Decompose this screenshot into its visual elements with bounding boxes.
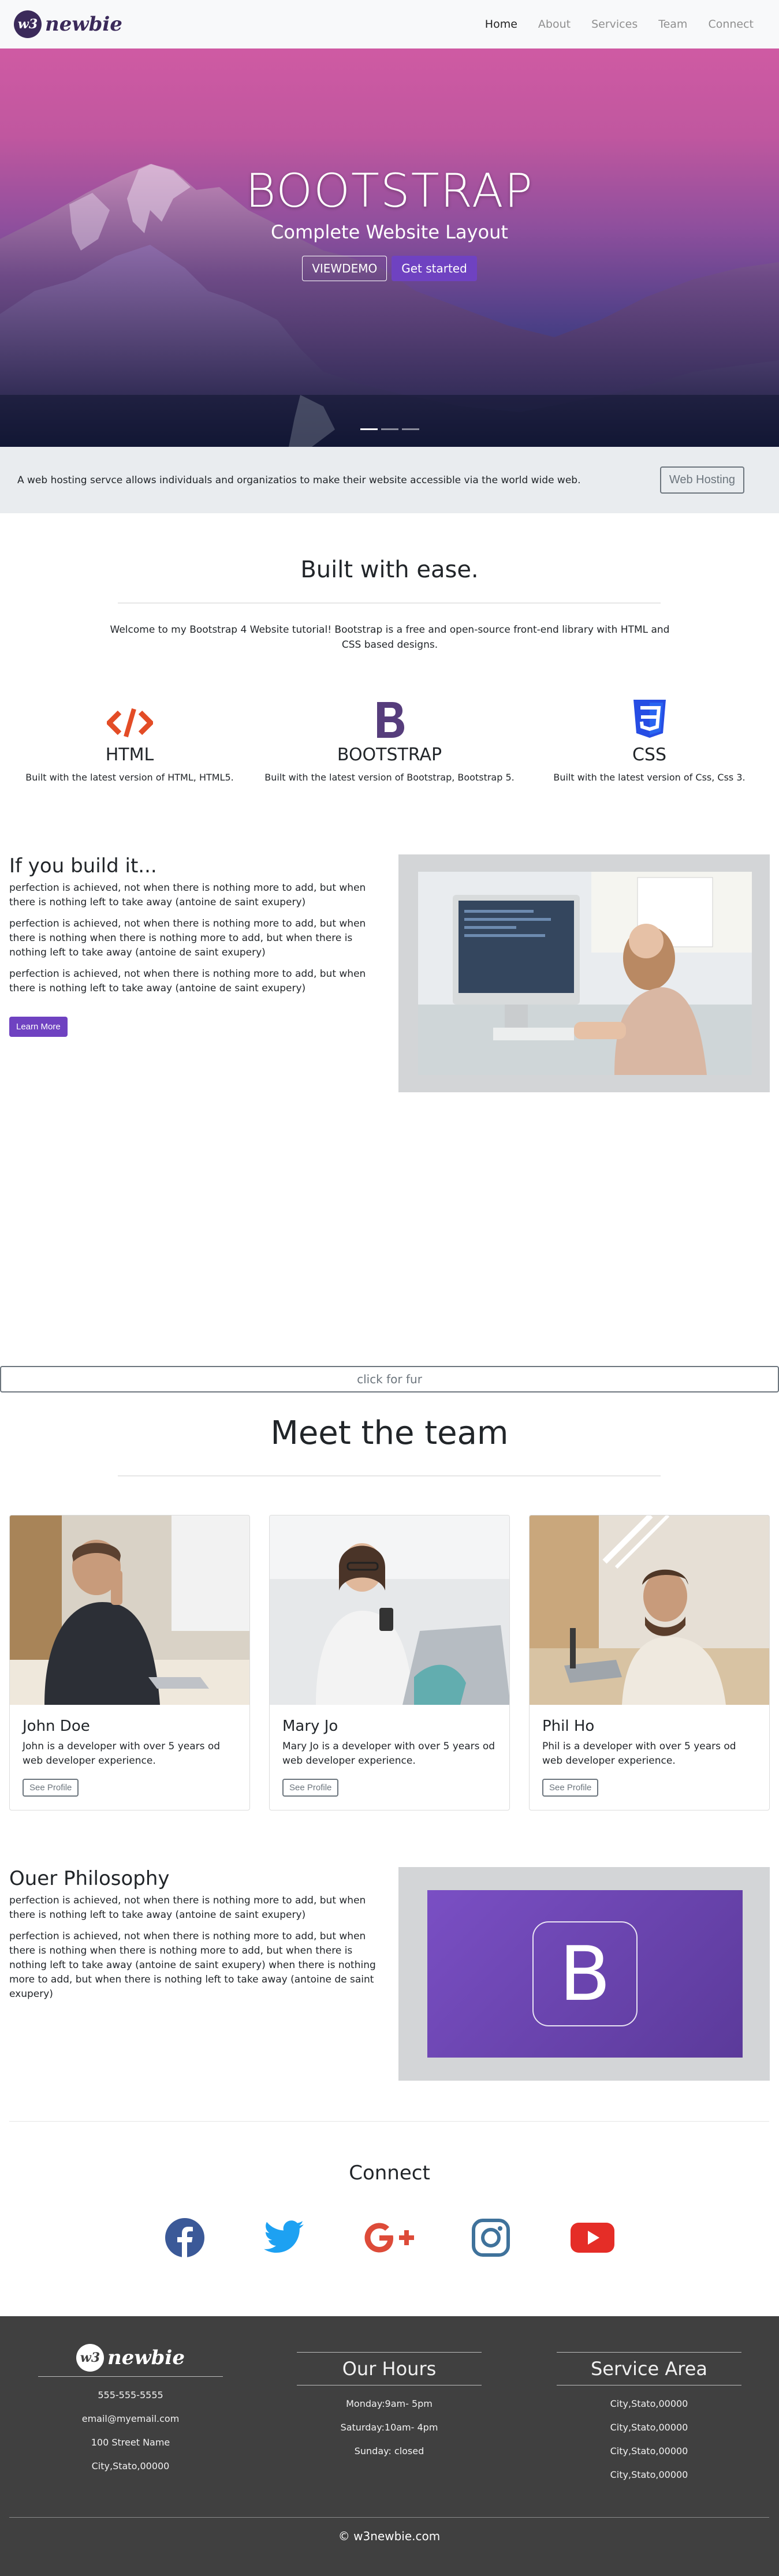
carousel-indicator-3[interactable] bbox=[401, 428, 419, 430]
team-card-phil: Phil Ho Phil is a developer with over 5 … bbox=[529, 1515, 770, 1810]
team-title: Meet the team bbox=[270, 1414, 509, 1452]
philosophy-section: Ouer Philosophy perfection is achieved, … bbox=[9, 1867, 379, 2002]
hero-subtitle: Complete Website Layout bbox=[271, 221, 508, 243]
footer-area-title: Service Area bbox=[557, 2352, 741, 2385]
team-photo bbox=[530, 1515, 769, 1705]
learn-more-button[interactable]: Learn More bbox=[9, 1017, 68, 1037]
view-demo-button[interactable]: VIEWDEMO bbox=[302, 256, 387, 281]
build-paragraph-2: perfection is achieved, not when there i… bbox=[9, 918, 366, 958]
facebook-icon[interactable] bbox=[164, 2217, 206, 2258]
team-photo bbox=[270, 1515, 509, 1705]
footer-service-area: Service Area City,Stato,00000 City,Stato… bbox=[557, 2316, 741, 2480]
workspace-image bbox=[418, 872, 752, 1075]
page: w3 newbie Home About Services Team Conne… bbox=[0, 0, 779, 2576]
bootstrap-icon bbox=[260, 699, 519, 739]
member-bio: Phil is a developer with over 5 years od… bbox=[542, 1741, 736, 1767]
feature-title: HTML bbox=[105, 745, 154, 765]
philosophy-paragraph-1: perfection is achieved, not when there i… bbox=[9, 1895, 366, 1921]
footer-phone: 555-555-5555 bbox=[98, 2390, 163, 2400]
instagram-icon[interactable] bbox=[470, 2217, 512, 2258]
footer-logo[interactable]: w3 newbie bbox=[38, 2344, 223, 2377]
navbar: w3 newbie Home About Services Team Conne… bbox=[0, 0, 779, 48]
footer-hours-line: Monday:9am- 5pm bbox=[346, 2398, 433, 2409]
feature-bootstrap: BOOTSTRAP Built with the latest version … bbox=[260, 699, 519, 783]
section-divider bbox=[9, 2121, 769, 2122]
footer-area-line: City,Stato,00000 bbox=[610, 2398, 688, 2409]
hero-carousel[interactable]: BOOTSTRAP Complete Website Layout VIEWDE… bbox=[0, 48, 779, 447]
logo-badge: w3 bbox=[76, 2344, 105, 2372]
feature-title: CSS bbox=[632, 745, 667, 765]
footer-hours-line: Saturday:10am- 4pm bbox=[340, 2422, 438, 2433]
bootstrap-banner: B bbox=[427, 1890, 743, 2058]
nav-item-team[interactable]: Team bbox=[658, 18, 687, 31]
member-name: Phil Ho bbox=[542, 1718, 595, 1735]
feature-text: Built with the latest version of Css, Cs… bbox=[553, 772, 746, 783]
member-bio: John is a developer with over 5 years od… bbox=[23, 1741, 221, 1767]
footer-area-line: City,Stato,00000 bbox=[610, 2446, 688, 2456]
copyright: © w3newbie.com bbox=[9, 2517, 769, 2543]
footer-hours: Our Hours Monday:9am- 5pm Saturday:10am-… bbox=[297, 2316, 482, 2456]
carousel-indicator-1[interactable] bbox=[360, 428, 378, 430]
build-paragraph-1: perfection is achieved, not when there i… bbox=[9, 882, 366, 908]
see-profile-button[interactable]: See Profile bbox=[282, 1779, 339, 1797]
hero-caption: BOOTSTRAP Complete Website Layout VIEWDE… bbox=[0, 164, 779, 281]
philosophy-title: Ouer Philosophy bbox=[9, 1867, 170, 1890]
nav-item-about[interactable]: About bbox=[538, 18, 571, 31]
code-icon bbox=[0, 699, 259, 739]
feature-css: CSS Built with the latest version of Css… bbox=[520, 699, 779, 783]
connect-title: Connect bbox=[349, 2161, 430, 2185]
see-profile-button[interactable]: See Profile bbox=[23, 1779, 79, 1797]
member-name: John Doe bbox=[23, 1718, 90, 1735]
footer-hours-title: Our Hours bbox=[297, 2352, 482, 2385]
google-plus-icon[interactable] bbox=[363, 2217, 416, 2258]
member-bio: Mary Jo is a developer with over 5 years… bbox=[282, 1741, 495, 1767]
hero-title: BOOTSTRAP bbox=[245, 164, 534, 218]
hero-buttons: VIEWDEMO Get started bbox=[0, 256, 779, 281]
logo-text: newbie bbox=[107, 2346, 185, 2369]
carousel-indicator-2[interactable] bbox=[381, 428, 398, 430]
nav-item-connect[interactable]: Connect bbox=[708, 18, 754, 31]
footer-email: email@myemail.com bbox=[81, 2413, 180, 2424]
jumbotron-text: A web hosting servce allows individuals … bbox=[17, 474, 581, 486]
see-profile-button[interactable]: See Profile bbox=[542, 1779, 599, 1797]
team-card-john: John Doe John is a developer with over 5… bbox=[9, 1515, 250, 1810]
collapse-toggle-button[interactable]: click for fur bbox=[0, 1366, 779, 1392]
twitter-icon[interactable] bbox=[263, 2217, 305, 2258]
build-paragraph-3: perfection is achieved, not when there i… bbox=[9, 968, 366, 994]
footer-hours-line: Sunday: closed bbox=[354, 2446, 424, 2456]
feature-html: HTML Built with the latest version of HT… bbox=[0, 699, 259, 783]
get-started-button[interactable]: Get started bbox=[392, 256, 477, 281]
logo-badge: w3 bbox=[14, 10, 42, 38]
carousel-indicators bbox=[0, 428, 779, 430]
feature-text: Built with the latest version of Bootstr… bbox=[264, 772, 515, 783]
footer-area-line: City,Stato,00000 bbox=[610, 2469, 688, 2480]
footer-city: City,Stato,00000 bbox=[91, 2461, 170, 2472]
footer-street: 100 Street Name bbox=[91, 2437, 170, 2448]
jumbotron: A web hosting servce allows individuals … bbox=[0, 447, 779, 513]
philosophy-paragraph-2: perfection is achieved, not when there i… bbox=[9, 1931, 376, 2000]
nav-item-home[interactable]: Home bbox=[485, 18, 517, 31]
team-card-mary: Mary Jo Mary Jo is a developer with over… bbox=[269, 1515, 510, 1810]
feature-text: Built with the latest version of HTML, H… bbox=[25, 772, 234, 783]
feature-title: BOOTSTRAP bbox=[337, 745, 442, 765]
nav-item-services[interactable]: Services bbox=[591, 18, 638, 31]
nav-links: Home About Services Team Connect bbox=[485, 18, 754, 31]
logo-text: newbie bbox=[45, 13, 122, 36]
youtube-icon[interactable] bbox=[569, 2217, 616, 2258]
brand-logo[interactable]: w3 newbie bbox=[14, 10, 122, 38]
footer-area-line: City,Stato,00000 bbox=[610, 2422, 688, 2433]
footer-contact: w3 newbie 555-555-5555 email@myemail.com… bbox=[38, 2316, 223, 2472]
member-name: Mary Jo bbox=[282, 1718, 338, 1735]
team-photo bbox=[10, 1515, 249, 1705]
build-title: If you build it... bbox=[9, 854, 157, 878]
web-hosting-button[interactable]: Web Hosting bbox=[659, 466, 744, 494]
welcome-text: Welcome to my Bootstrap 4 Website tutori… bbox=[110, 624, 670, 651]
welcome-title: Built with ease. bbox=[300, 557, 479, 583]
build-section: If you build it... perfection is achieve… bbox=[9, 854, 379, 1037]
css3-icon bbox=[520, 699, 779, 739]
bootstrap-logo: B bbox=[532, 1921, 638, 2026]
features-row: HTML Built with the latest version of HT… bbox=[0, 699, 779, 797]
